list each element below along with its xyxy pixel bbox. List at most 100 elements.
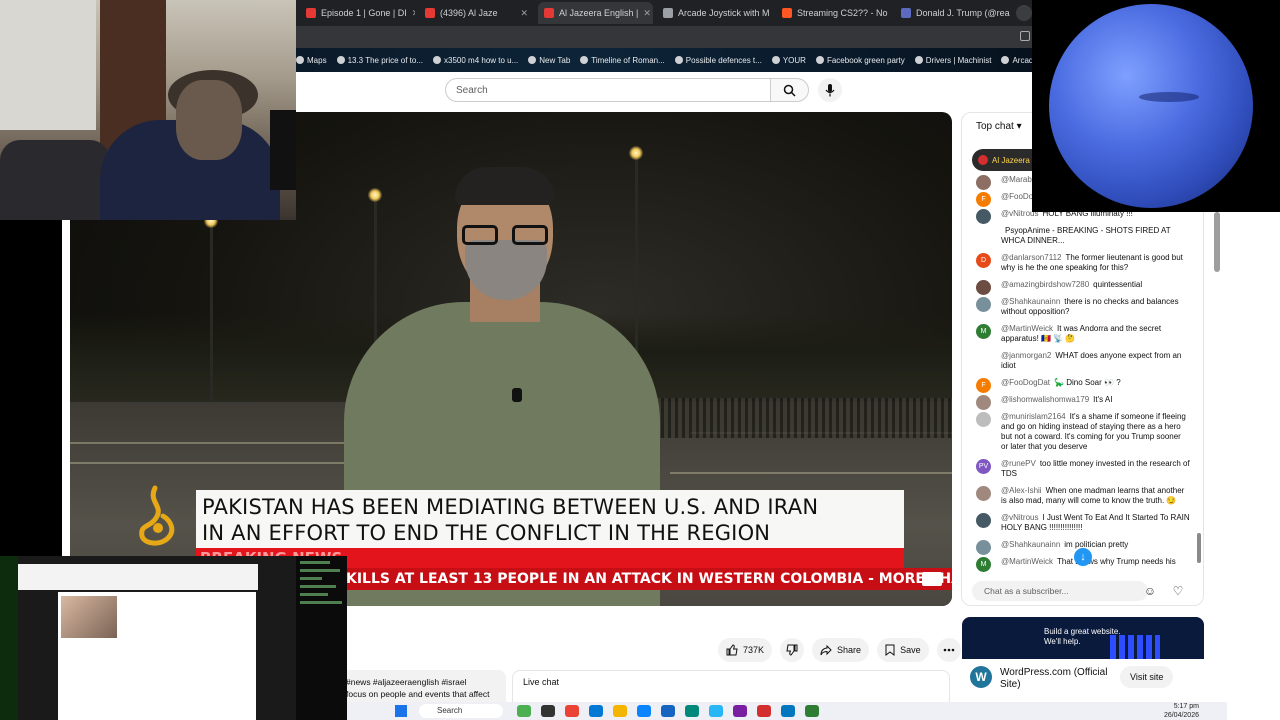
chat-author[interactable]: @Shahkaunainn	[1001, 297, 1060, 306]
avatar[interactable]	[976, 175, 991, 190]
avatar[interactable]	[976, 486, 991, 501]
chat-message[interactable]: @lishomwalishomwa179 It's AI	[976, 395, 1190, 410]
chat-author[interactable]: @MartinWeick	[1001, 557, 1053, 566]
avatar[interactable]: F	[976, 378, 991, 393]
mail-icon[interactable]	[661, 705, 675, 717]
chat-author[interactable]: @Shahkaunainn	[1001, 540, 1060, 549]
share-button[interactable]: Share	[812, 638, 870, 662]
app-icon[interactable]	[781, 705, 795, 717]
avatar[interactable]	[976, 540, 991, 555]
widgets-icon[interactable]	[517, 705, 531, 717]
chat-message[interactable]: PsyopAnime - BREAKING - SHOTS FIRED AT W…	[976, 226, 1190, 246]
avatar[interactable]: D	[976, 253, 991, 268]
bookmark-item[interactable]: Possible defences t...	[674, 56, 762, 65]
chat-message[interactable]: F @FooDogDat 🦕 Dino Soar 👀 ?	[976, 378, 1190, 393]
close-tab-icon[interactable]: ✕	[643, 8, 651, 19]
app-icon[interactable]	[805, 705, 819, 717]
bookmark-item[interactable]: 13.3 The price of to...	[336, 56, 423, 65]
avatar[interactable]	[976, 513, 991, 528]
bookmark-item[interactable]: Maps	[296, 56, 327, 65]
browser-tab[interactable]: Al Jazeera English | ✕	[538, 2, 653, 24]
chat-message[interactable]: @Shahkaunainn there is no checks and bala…	[976, 297, 1190, 317]
search-button[interactable]	[771, 78, 809, 102]
taskbar-search[interactable]: Search	[419, 704, 503, 718]
jump-to-bottom-icon[interactable]: ↓	[1074, 548, 1092, 566]
more-actions-button[interactable]	[936, 638, 961, 662]
browser-tab[interactable]: (4396) Al Jaze ✕	[419, 2, 534, 24]
windows-start-icon[interactable]	[395, 705, 407, 717]
chat-message[interactable]: @amazingbirdshow7280 quintessential	[976, 280, 1190, 295]
chat-message[interactable]: PV @runePV too little money invested in th…	[976, 459, 1190, 479]
chat-author[interactable]: @danlarson7112	[1001, 253, 1061, 262]
bookmark-item[interactable]: New Tab	[528, 56, 570, 65]
visit-site-button[interactable]: Visit site	[1120, 666, 1174, 688]
avatar[interactable]	[976, 280, 991, 295]
chat-author[interactable]: @Alex-Ishii	[1001, 486, 1042, 495]
browser-tab[interactable]: Episode 1 | Gone | DI ✕	[300, 2, 415, 24]
edge-icon[interactable]	[637, 705, 651, 717]
chat-message[interactable]: @janmorgan2 WHAT does anyone expect from …	[976, 351, 1190, 371]
chat-scrollbar[interactable]	[1197, 533, 1201, 563]
like-button[interactable]: 737K	[718, 638, 773, 662]
bookmark-item[interactable]: Facebook green party	[815, 56, 905, 65]
avatar[interactable]: M	[976, 324, 991, 339]
chat-author[interactable]: @janmorgan2	[1001, 351, 1051, 360]
bookmark-item[interactable]: x3500 m4 how to u...	[433, 56, 518, 65]
extensions-icon[interactable]	[1020, 31, 1030, 41]
avatar[interactable]	[976, 351, 991, 366]
system-clock[interactable]: 5:17 pm 26/04/2026	[1164, 702, 1199, 720]
chrome-icon[interactable]	[565, 705, 579, 717]
chat-author[interactable]: @MartinWeick	[1001, 324, 1053, 333]
chat-input[interactable]: Chat as a subscriber...	[972, 581, 1148, 601]
avatar[interactable]: M	[976, 557, 991, 572]
file-explorer-icon[interactable]	[613, 705, 627, 717]
heart-icon[interactable]: ♡	[1170, 583, 1186, 599]
chat-message[interactable]: D @danlarson7112 The former lieutenant is …	[976, 253, 1190, 273]
chat-message[interactable]: @vNitrous I Just Went To Eat And It Start…	[976, 513, 1190, 533]
avatar[interactable]	[976, 226, 991, 241]
close-tab-icon[interactable]: ✕	[412, 8, 415, 19]
browser-tab[interactable]: Donald J. Trump (@rea✕	[895, 2, 1010, 24]
avatar[interactable]: PV	[976, 459, 991, 474]
bookmark-item[interactable]: Drivers | Machinist	[914, 56, 991, 65]
app-icon[interactable]	[733, 705, 747, 717]
chat-mode-dropdown[interactable]: Top chat ▾	[976, 121, 1022, 132]
app-icon[interactable]	[685, 705, 699, 717]
avatar[interactable]	[976, 412, 991, 427]
chat-author[interactable]: @Marabu	[1001, 175, 1036, 184]
telegram-icon[interactable]	[709, 705, 723, 717]
avatar[interactable]	[976, 297, 991, 312]
bookmark-item[interactable]: Timeline of Roman...	[580, 56, 665, 65]
tab-favicon-icon	[544, 8, 554, 18]
chat-author[interactable]: @runePV	[1001, 459, 1036, 468]
ad-banner-image[interactable]: Build a great website. We'll help.	[962, 617, 1204, 659]
bookmark-item[interactable]: Arcade Joystick wi	[1001, 56, 1032, 65]
chat-author[interactable]: @FooDogDat	[1001, 378, 1050, 387]
chat-author[interactable]: @amazingbirdshow7280	[1001, 280, 1089, 289]
search-input[interactable]: Search	[445, 78, 771, 102]
close-tab-icon[interactable]: ✕	[520, 8, 528, 19]
avatar[interactable]	[976, 395, 991, 410]
channel-avatar	[978, 155, 988, 165]
page-scrollbar[interactable]	[1214, 212, 1220, 272]
address-bar[interactable]	[296, 26, 1032, 48]
save-button[interactable]: Save	[877, 638, 929, 662]
emoji-icon[interactable]: ☺	[1142, 583, 1158, 599]
voice-search-button[interactable]	[818, 78, 842, 102]
chat-message[interactable]: @munirislam2164 It's a shame if someone i…	[976, 412, 1190, 452]
chat-message[interactable]: @Alex-Ishii When one madman learns that a…	[976, 486, 1190, 506]
chat-author[interactable]: @lishomwalishomwa179	[1001, 395, 1089, 404]
browser-tab[interactable]: Arcade Joystick with M✕	[657, 2, 772, 24]
app-icon[interactable]	[757, 705, 771, 717]
chat-author[interactable]: @munirislam2164	[1001, 412, 1066, 421]
bookmark-item[interactable]: YOUR	[771, 56, 806, 65]
chat-message[interactable]: M @MartinWeick It was Andorra and the secr…	[976, 324, 1190, 344]
teams-icon[interactable]	[589, 705, 603, 717]
chat-author[interactable]: @vNitrous	[1001, 513, 1038, 522]
avatar[interactable]	[976, 209, 991, 224]
new-tab-button[interactable]	[1016, 5, 1032, 21]
avatar[interactable]: F	[976, 192, 991, 207]
dislike-button[interactable]	[780, 638, 805, 662]
browser-tab[interactable]: Streaming CS2?? - No✕	[776, 2, 891, 24]
task-view-icon[interactable]	[541, 705, 555, 717]
